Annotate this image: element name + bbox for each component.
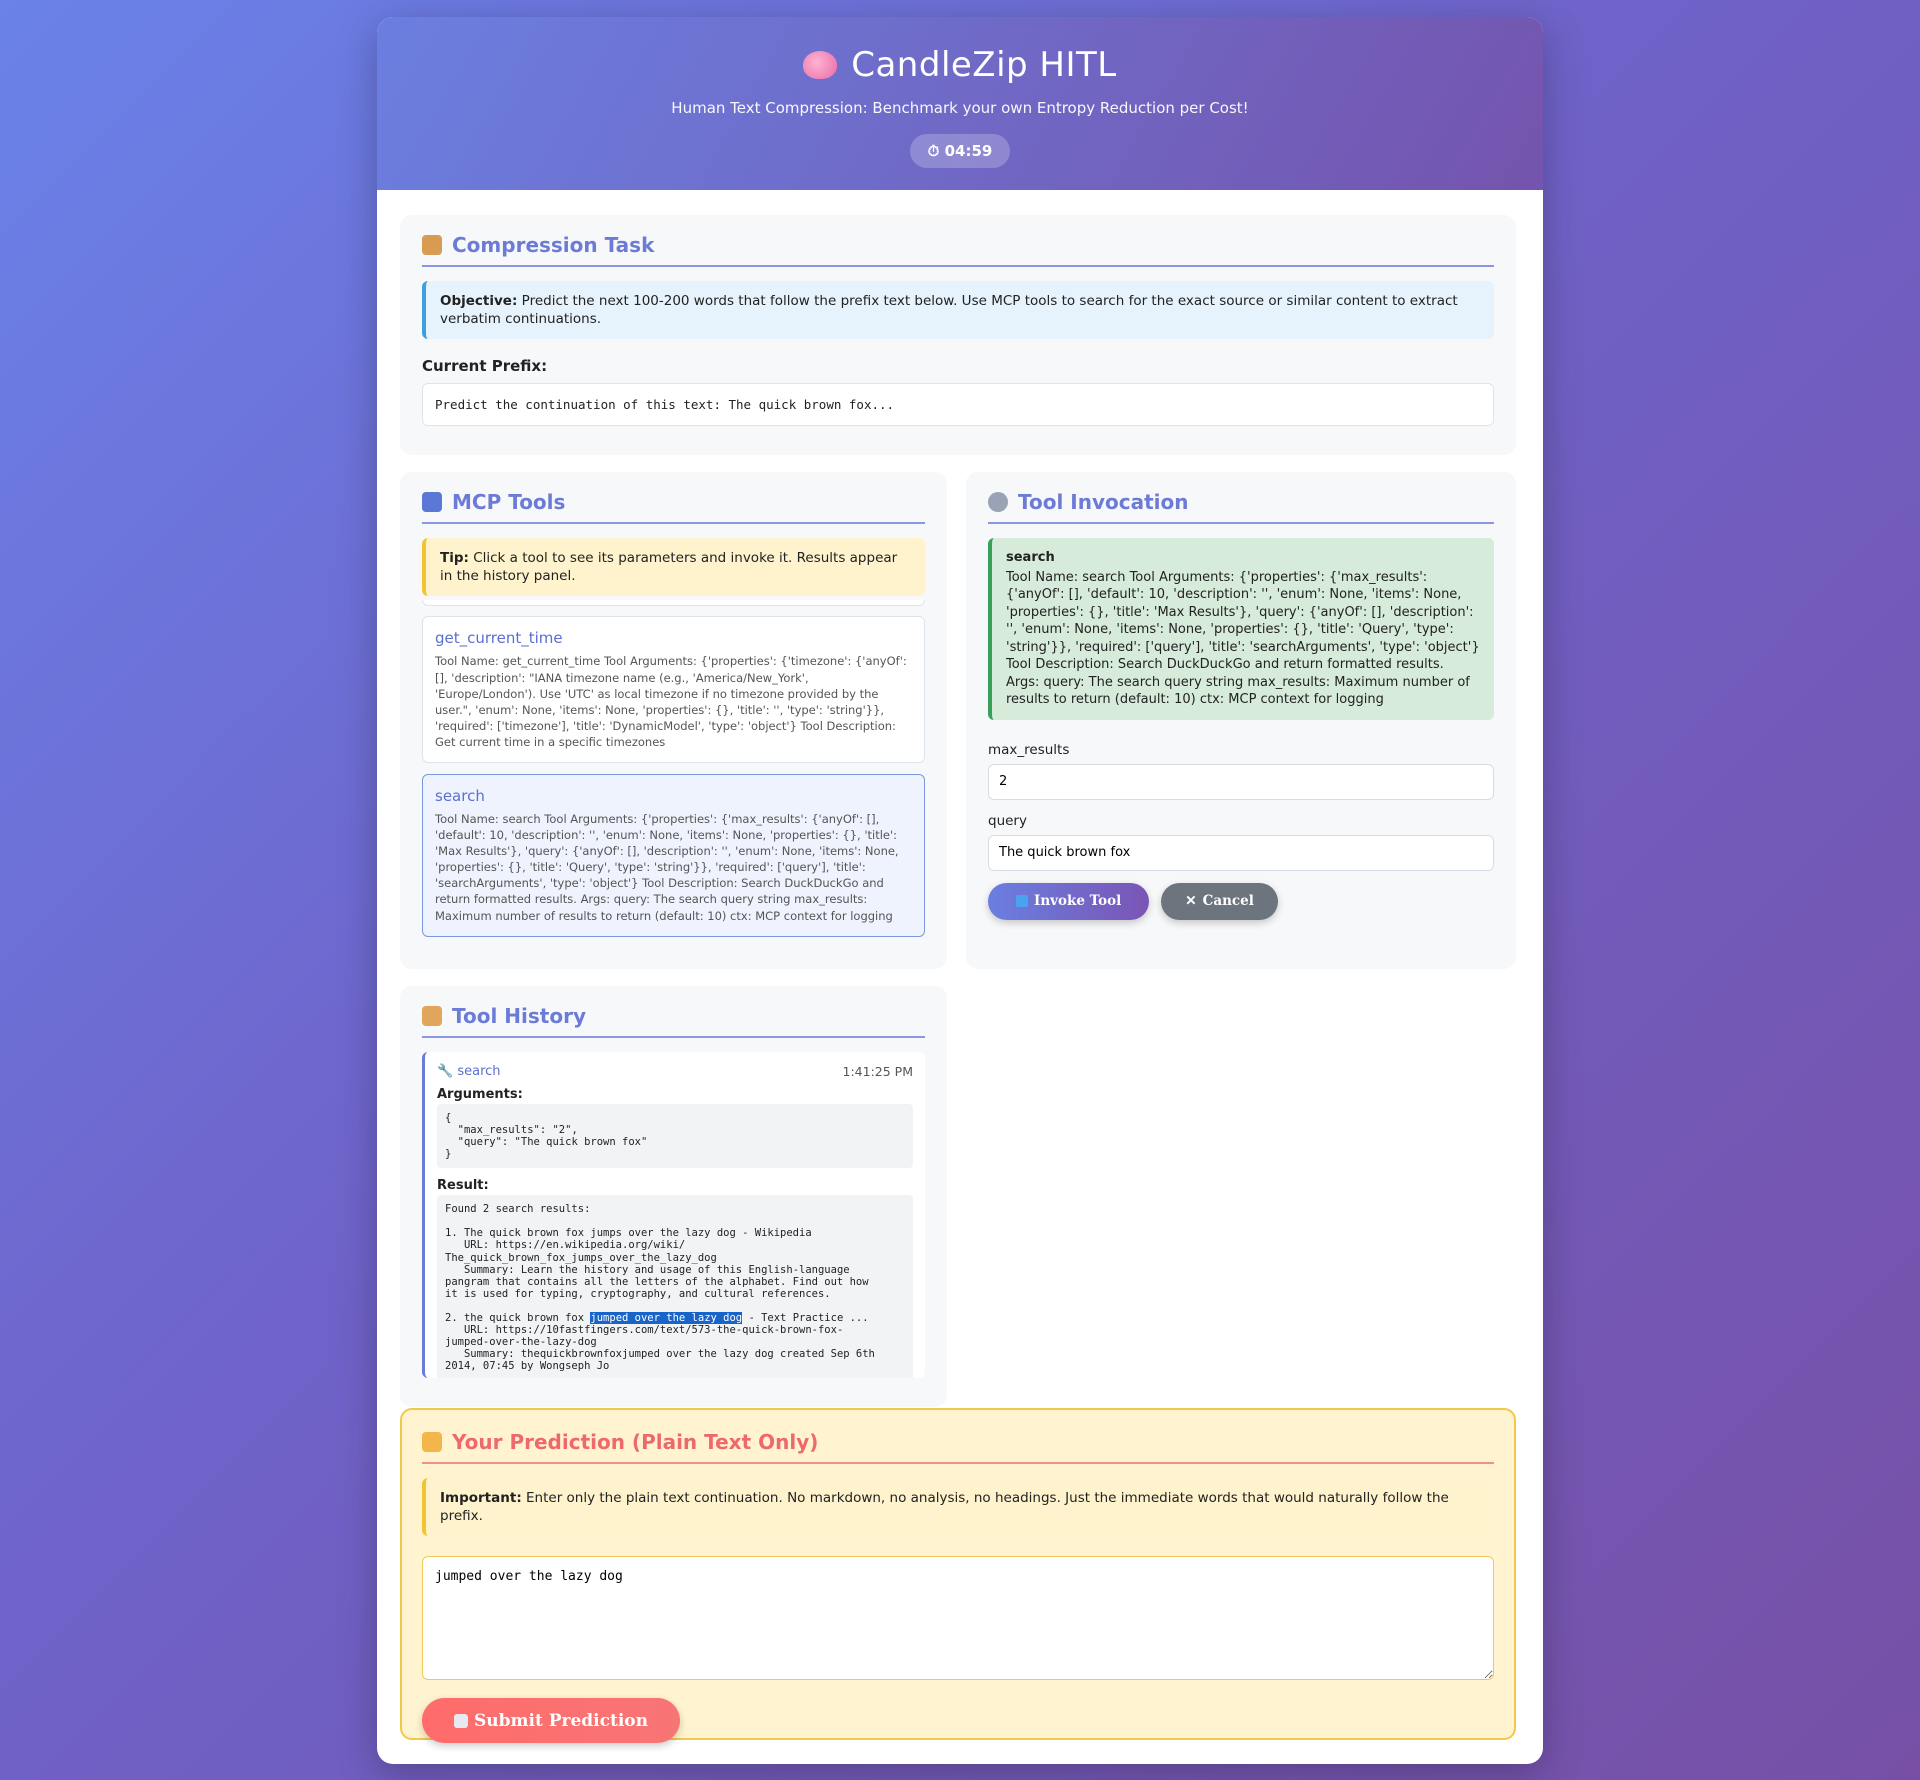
submit-prediction-label: Submit Prediction	[474, 1710, 649, 1731]
submit-prediction-button[interactable]: Submit Prediction	[422, 1698, 681, 1744]
close-icon: ✕	[1185, 893, 1197, 910]
compression-task-title: Compression Task	[422, 233, 1494, 267]
result-text-pre: Found 2 search results: 1. The quick bro…	[445, 1203, 869, 1324]
tool-card-search[interactable]: search Tool Name: search Tool Arguments:…	[422, 774, 925, 937]
app-window: CandleZip HITL Human Text Compression: B…	[377, 17, 1543, 1764]
important-notice: Important: Enter only the plain text con…	[422, 1478, 1494, 1537]
gear-icon	[988, 492, 1008, 512]
history-timestamp: 1:41:25 PM	[842, 1064, 913, 1079]
selected-tool-card: search Tool Name: search Tool Arguments:…	[988, 538, 1494, 720]
history-tool-name-text: search	[457, 1064, 501, 1079]
history-entry: 🔧 search 1:41:25 PM Arguments: { "max_re…	[422, 1052, 925, 1378]
invoke-tool-label: Invoke Tool	[1034, 893, 1122, 910]
tool-description: Tool Name: search Tool Arguments: {'prop…	[435, 812, 899, 923]
objective-notice: Objective: Predict the next 100-200 word…	[422, 281, 1494, 340]
cancel-label: Cancel	[1202, 893, 1254, 910]
history-entry-header: 🔧 search 1:41:25 PM	[437, 1064, 913, 1079]
query-input[interactable]	[988, 834, 1494, 871]
history-tool-name: 🔧 search	[437, 1064, 501, 1079]
important-label: Important:	[440, 1490, 522, 1506]
tool-history-title-text: Tool History	[452, 1004, 586, 1028]
timer-badge: ⏱ 04:59	[909, 134, 1011, 168]
objective-label: Objective:	[440, 293, 518, 309]
result-text-selection: jumped over the lazy dog	[590, 1311, 743, 1324]
tip-text: Click a tool to see its parameters and i…	[440, 550, 898, 585]
tool-invocation-title-text: Tool Invocation	[1018, 490, 1189, 514]
tools-icon	[422, 492, 442, 512]
wrench-icon: 🔧	[437, 1064, 458, 1079]
arguments-label: Arguments:	[437, 1087, 523, 1102]
writing-hand-icon	[422, 1432, 442, 1452]
prediction-title-text: Your Prediction (Plain Text Only)	[452, 1430, 819, 1454]
tool-history-title: Tool History	[422, 1004, 925, 1038]
prediction-title: Your Prediction (Plain Text Only)	[422, 1430, 1494, 1464]
invocation-actions: Invoke Tool ✕ Cancel	[988, 882, 1494, 920]
clipboard-icon	[422, 235, 442, 255]
important-text: Enter only the plain text continuation. …	[440, 1490, 1449, 1525]
query-label: query	[988, 812, 1027, 829]
brain-icon	[803, 51, 838, 79]
prediction-textarea[interactable]: jumped over the lazy dog	[422, 1556, 1494, 1681]
tip-label: Tip:	[440, 550, 469, 566]
rocket-icon	[454, 1713, 468, 1728]
scroll-icon	[422, 1006, 442, 1026]
selected-tool-description: Tool Name: search Tool Arguments: {'prop…	[1006, 569, 1480, 708]
tool-history-panel: Tool History 🔧 search 1:41:25 PM Argumen…	[400, 986, 947, 1407]
compression-task-panel: Compression Task Objective: Predict the …	[400, 215, 1516, 455]
compression-task-title-text: Compression Task	[452, 233, 655, 257]
cancel-button[interactable]: ✕ Cancel	[1161, 882, 1278, 920]
tool-card-get-current-time[interactable]: get_current_time Tool Name: get_current_…	[422, 616, 925, 763]
prefix-box: Predict the continuation of this text: T…	[422, 383, 1494, 427]
header: CandleZip HITL Human Text Compression: B…	[377, 17, 1543, 190]
tool-list-scroll-edge	[422, 600, 925, 607]
max-results-input[interactable]	[988, 763, 1494, 800]
result-label: Result:	[437, 1178, 489, 1194]
prediction-panel: Your Prediction (Plain Text Only) Import…	[400, 1408, 1516, 1744]
result-block[interactable]: Found 2 search results: 1. The quick bro…	[437, 1195, 913, 1378]
tool-invocation-title: Tool Invocation	[988, 490, 1494, 524]
app-subtitle: Human Text Compression: Benchmark your o…	[671, 99, 1249, 117]
mcp-tools-panel: MCP Tools Tip: Click a tool to see its p…	[400, 472, 947, 969]
app-title-text: CandleZip HITL	[851, 45, 1117, 85]
tip-notice: Tip: Click a tool to see its parameters …	[422, 538, 925, 597]
selected-tool-name: search	[1006, 550, 1055, 565]
tool-name: search	[435, 787, 485, 805]
mcp-tools-title: MCP Tools	[422, 490, 925, 524]
prefix-label: Current Prefix:	[422, 357, 548, 376]
mcp-tools-title-text: MCP Tools	[452, 490, 566, 514]
tool-invocation-panel: Tool Invocation search Tool Name: search…	[966, 472, 1516, 969]
objective-text: Predict the next 100-200 words that foll…	[440, 293, 1458, 328]
app-title: CandleZip HITL	[377, 45, 1543, 85]
play-icon	[1016, 895, 1028, 908]
tool-description: Tool Name: get_current_time Tool Argumen…	[435, 654, 907, 749]
invoke-tool-button[interactable]: Invoke Tool	[988, 882, 1150, 920]
max-results-label: max_results	[988, 741, 1070, 758]
tool-name: get_current_time	[435, 629, 563, 648]
arguments-block: { "max_results": "2", "query": "The quic…	[437, 1104, 913, 1169]
